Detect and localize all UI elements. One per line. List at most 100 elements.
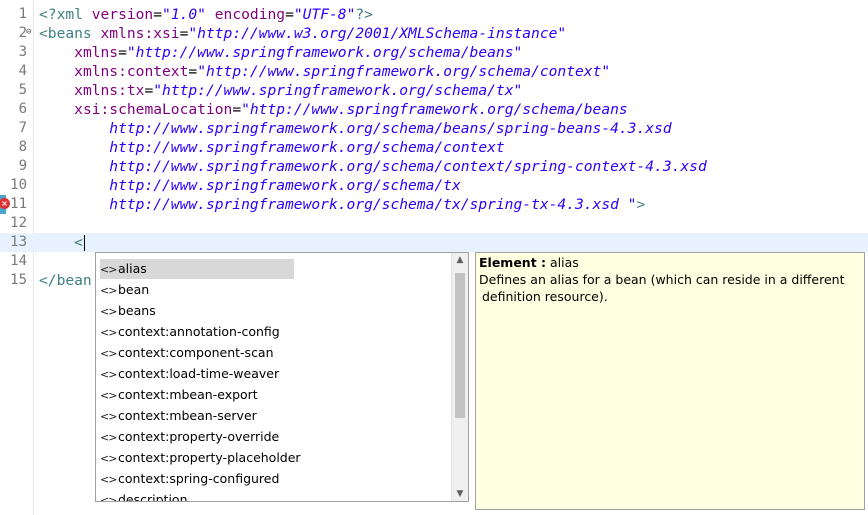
code-line[interactable]: 10 http://www.springframework.org/schema… — [0, 176, 868, 195]
line-number: 10 — [10, 177, 27, 193]
code-token: "http://www.springframework.org/schema/c… — [197, 63, 611, 80]
code-line[interactable]: 7 http://www.springframework.org/schema/… — [0, 119, 868, 138]
xml-element-icon: <> — [100, 305, 117, 318]
completion-item-label: context:spring-configured — [118, 471, 280, 486]
line-number: 12 — [10, 215, 27, 231]
line-number: 9 — [18, 158, 27, 174]
completion-item[interactable]: <> beans — [100, 301, 294, 321]
code-line[interactable]: 5 xmlns:tx="http://www.springframework.o… — [0, 81, 868, 100]
code-token: "http://www.springframework.org/schema/b… — [126, 44, 523, 61]
completion-item-label: context:annotation-config — [118, 324, 280, 339]
completion-item[interactable]: <> context:property-override — [100, 427, 294, 447]
code-text[interactable]: xsi:schemaLocation="http://www.springfra… — [39, 100, 628, 119]
code-token: < — [74, 234, 83, 251]
code-token: "http://www.springframework.org/schema/t… — [153, 82, 523, 99]
completion-item[interactable]: <> context:annotation-config — [100, 322, 294, 342]
code-text[interactable]: </bean — [39, 271, 92, 290]
code-token: http://www.springframework.org/schema/co… — [109, 158, 707, 175]
code-text[interactable]: xmlns="http://www.springframework.org/sc… — [39, 43, 522, 62]
code-text[interactable]: <beans xmlns:xsi="http://www.w3.org/2001… — [39, 24, 566, 43]
fold-collapse-icon[interactable]: ⊖ — [26, 28, 35, 37]
code-token: <beans — [39, 25, 101, 42]
completion-item-label: context:component-scan — [118, 345, 274, 360]
xml-element-icon: <> — [100, 431, 117, 444]
code-token: http://www.springframework.org/schema/co… — [109, 139, 505, 156]
code-text[interactable]: http://www.springframework.org/schema/tx — [39, 176, 460, 195]
code-text[interactable]: http://www.springframework.org/schema/co… — [39, 138, 505, 157]
code-line[interactable]: 6 xsi:schemaLocation="http://www.springf… — [0, 100, 868, 119]
code-line[interactable]: 1 <?xml version="1.0" encoding="UTF-8"?> — [0, 5, 868, 24]
code-token: ?> — [355, 6, 373, 23]
code-text[interactable]: <?xml version="1.0" encoding="UTF-8"?> — [39, 5, 373, 24]
xml-element-icon: <> — [100, 410, 117, 423]
completion-item[interactable]: <> context:component-scan — [100, 343, 294, 363]
completion-item[interactable]: <> bean — [100, 280, 294, 300]
xml-element-icon: <> — [100, 452, 117, 465]
code-line[interactable]: 9 http://www.springframework.org/schema/… — [0, 157, 868, 176]
completion-item-label: description — [118, 492, 188, 502]
line-number: 14 — [10, 253, 27, 269]
doc-title: Element : alias — [479, 254, 579, 271]
code-token: = — [144, 82, 154, 99]
xml-element-icon: <> — [100, 473, 117, 486]
code-token: xmlns:context — [74, 63, 189, 80]
code-token: = — [285, 6, 294, 23]
content-assist-popup[interactable]: <> alias <> bean <> beans <> context:annotation… — [95, 252, 469, 502]
line-number: 4 — [18, 63, 27, 79]
text-caret — [83, 235, 85, 251]
completion-item-label: alias — [118, 261, 147, 276]
code-line[interactable]: 13 < — [0, 233, 868, 252]
completion-item[interactable]: <> context:spring-configured — [100, 469, 294, 489]
line-number: 13 — [10, 234, 27, 250]
code-token: "1.0" — [162, 6, 206, 23]
completion-item-label: context:mbean-server — [118, 408, 257, 423]
code-text[interactable]: http://www.springframework.org/schema/co… — [39, 157, 707, 176]
code-text[interactable]: xmlns:context="http://www.springframewor… — [39, 62, 610, 81]
code-text[interactable]: http://www.springframework.org/schema/tx… — [39, 195, 645, 214]
line-number: 6 — [18, 101, 27, 117]
line-number: 3 — [18, 44, 27, 60]
scroll-down-icon[interactable]: ▼ — [452, 487, 468, 501]
code-line[interactable]: 12 — [0, 214, 868, 233]
code-text[interactable]: < — [39, 233, 85, 252]
code-text[interactable]: xmlns:tx="http://www.springframework.org… — [39, 81, 522, 100]
doc-title-label: Element : — [479, 255, 547, 270]
xml-element-icon: <> — [100, 389, 117, 402]
completion-item-label: context:load-time-weaver — [118, 366, 280, 381]
line-number: 1 — [18, 6, 27, 22]
code-line[interactable]: 8 http://www.springframework.org/schema/… — [0, 138, 868, 157]
scrollbar-thumb[interactable] — [455, 273, 465, 418]
completion-item[interactable]: <> description — [100, 490, 294, 502]
completion-item[interactable]: <> context:property-placeholder — [100, 448, 301, 468]
completion-scrollbar[interactable]: ▲ ▼ — [451, 253, 468, 501]
code-token: > — [636, 196, 646, 213]
code-token: <?xml — [39, 6, 92, 23]
code-text[interactable]: http://www.springframework.org/schema/be… — [39, 119, 671, 138]
line-number: 7 — [18, 120, 27, 136]
completion-item[interactable]: <> context:mbean-export — [100, 385, 294, 405]
code-token: "UTF-8" — [293, 6, 356, 23]
code-line[interactable]: 11 × http://www.springframework.org/schem… — [0, 195, 868, 214]
code-line[interactable]: 2 ⊖ <beans xmlns:xsi="http://www.w3.org/20… — [0, 24, 868, 43]
xml-element-icon: <> — [100, 494, 117, 502]
completion-item[interactable]: <> alias — [100, 259, 294, 279]
completion-item[interactable]: <> context:load-time-weaver — [100, 364, 294, 384]
code-token: version — [91, 6, 154, 23]
completion-item-label: context:mbean-export — [118, 387, 258, 402]
doc-description-line-1: Defines an alias for a bean (which can r… — [479, 272, 845, 287]
completion-item-label: beans — [118, 303, 156, 318]
code-line[interactable]: 4 xmlns:context="http://www.springframew… — [0, 62, 868, 81]
scroll-up-icon[interactable]: ▲ — [452, 253, 468, 267]
code-line[interactable]: 3 xmlns="http://www.springframework.org/… — [0, 43, 868, 62]
completion-item[interactable]: <> context:mbean-server — [100, 406, 294, 426]
